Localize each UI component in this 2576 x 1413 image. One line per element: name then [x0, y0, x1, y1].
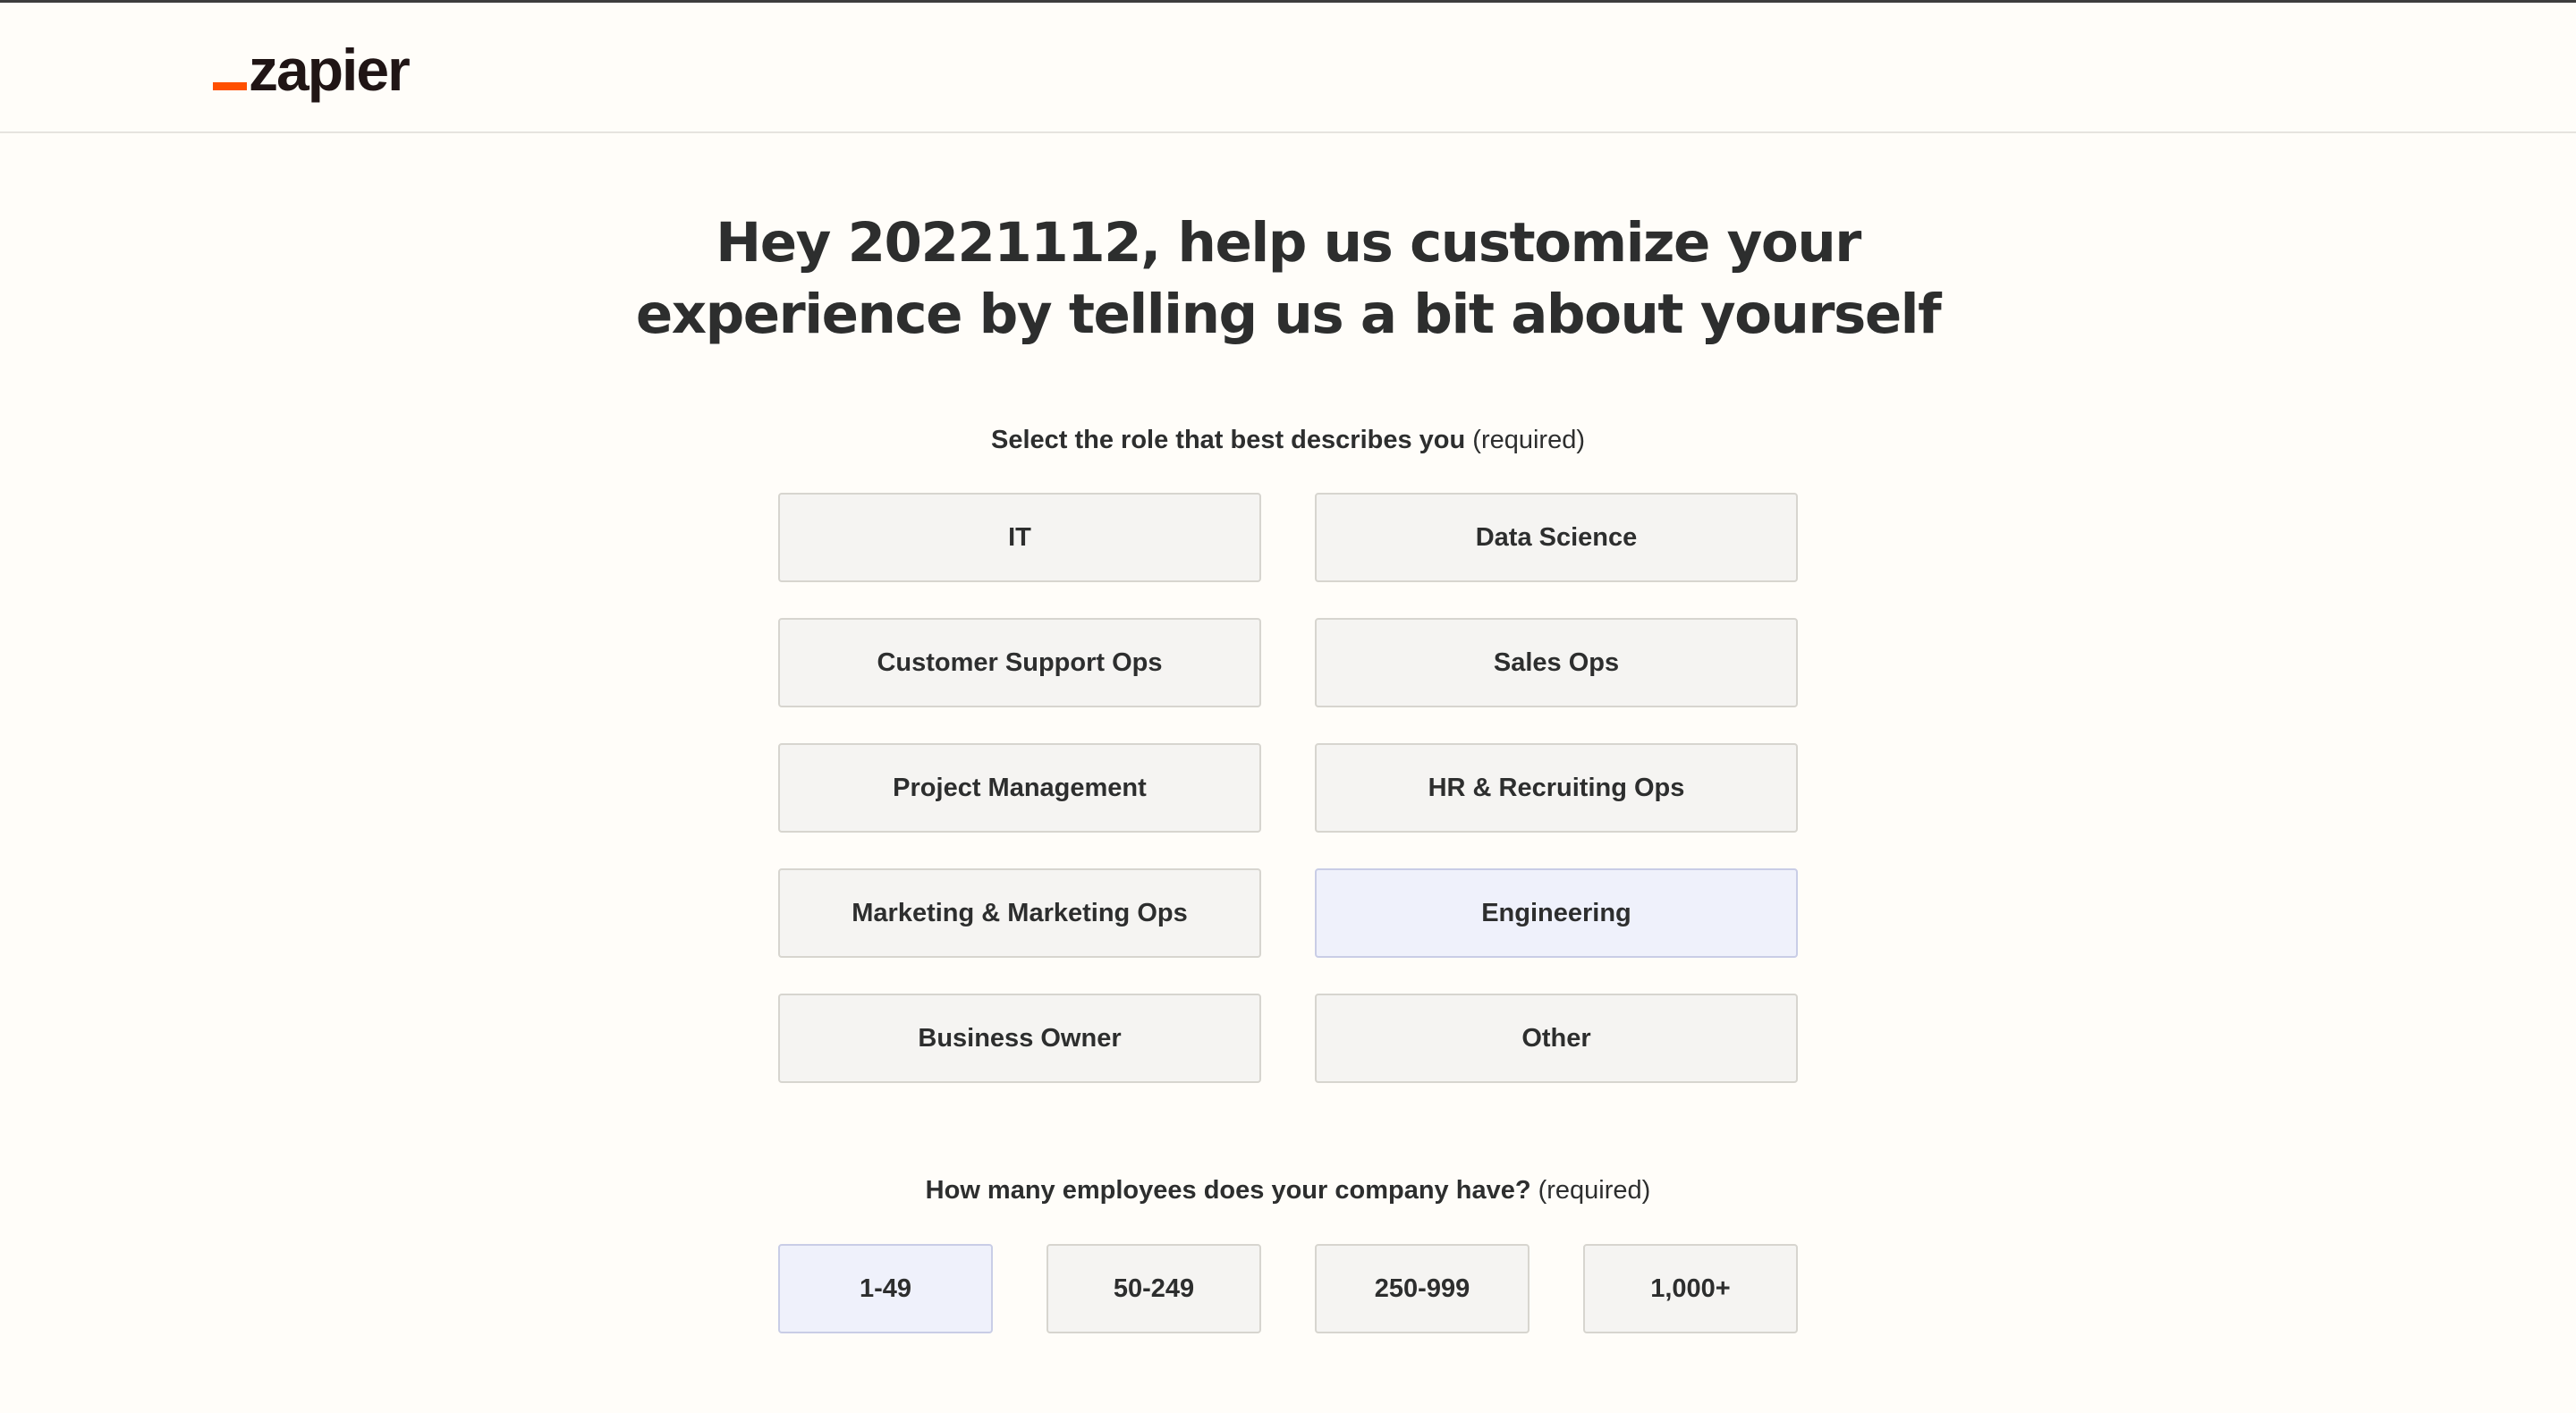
role-option-business-owner[interactable]: Business Owner: [778, 994, 1261, 1083]
employee-question-text: How many employees does your company hav…: [925, 1176, 1531, 1205]
page-header: zapier: [0, 3, 2576, 133]
role-option-project-management[interactable]: Project Management: [778, 743, 1261, 833]
role-option-marketing-ops[interactable]: Marketing & Marketing Ops: [778, 868, 1261, 958]
employee-option-1000-plus[interactable]: 1,000+: [1583, 1244, 1798, 1333]
role-options-grid: IT Data Science Customer Support Ops Sal…: [778, 493, 1798, 1083]
page-title: Hey 20221112, help us customize your exp…: [635, 211, 1942, 346]
role-question-text: Select the role that best describes you: [990, 426, 1466, 454]
role-option-other[interactable]: Other: [1315, 994, 1798, 1083]
logo-wordmark: zapier: [249, 37, 411, 103]
employee-required-note: (required): [1538, 1176, 1651, 1205]
employee-option-50-249[interactable]: 50-249: [1046, 1244, 1261, 1333]
role-option-data-science[interactable]: Data Science: [1315, 493, 1798, 582]
employee-option-250-999[interactable]: 250-999: [1315, 1244, 1530, 1333]
employee-question-label: How many employees does your company hav…: [572, 1172, 2004, 1208]
employee-options-row: 1-49 50-249 250-999 1,000+: [778, 1244, 1798, 1333]
employee-option-1-49[interactable]: 1-49: [778, 1244, 993, 1333]
role-option-it[interactable]: IT: [778, 493, 1261, 582]
role-option-customer-support-ops[interactable]: Customer Support Ops: [778, 618, 1261, 707]
role-option-engineering[interactable]: Engineering: [1315, 868, 1798, 958]
role-question-label: Select the role that best describes you …: [572, 422, 2004, 458]
role-required-note: (required): [1472, 426, 1585, 454]
role-option-hr-recruiting-ops[interactable]: HR & Recruiting Ops: [1315, 743, 1798, 833]
logo-underscore-mark: [213, 82, 247, 90]
role-option-sales-ops[interactable]: Sales Ops: [1315, 618, 1798, 707]
zapier-logo[interactable]: zapier: [213, 37, 411, 103]
